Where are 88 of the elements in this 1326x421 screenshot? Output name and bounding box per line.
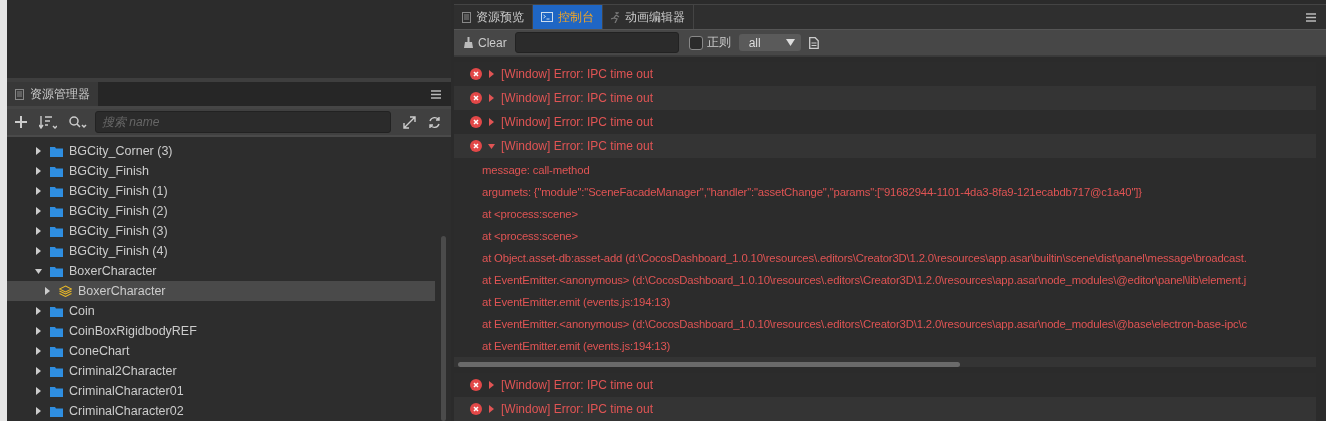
folder-icon xyxy=(50,245,63,257)
folder-icon xyxy=(50,165,63,177)
caret-icon[interactable] xyxy=(35,367,42,375)
document-icon xyxy=(15,88,24,100)
caret-icon[interactable] xyxy=(35,327,42,335)
layers-icon xyxy=(59,285,72,297)
tree-item[interactable]: Coin xyxy=(7,301,435,321)
folder-icon xyxy=(50,205,63,217)
tree-item[interactable]: CriminalCharacter02 xyxy=(7,401,435,421)
caret-icon[interactable] xyxy=(44,287,51,295)
caret-icon[interactable] xyxy=(35,347,42,355)
panel-tab[interactable]: 资源管理器 xyxy=(7,82,98,106)
terminal-icon xyxy=(541,12,553,22)
caret-icon[interactable] xyxy=(488,118,495,126)
tree-item[interactable]: BoxerCharacter xyxy=(7,281,435,301)
scrollbar[interactable] xyxy=(458,362,960,367)
caret-icon[interactable] xyxy=(35,207,42,215)
tree-item[interactable]: BGCity_Corner (3) xyxy=(7,141,435,161)
file-icon[interactable] xyxy=(808,36,819,49)
error-icon xyxy=(470,140,482,152)
folder-icon xyxy=(50,185,63,197)
menu-icon[interactable] xyxy=(1306,12,1316,22)
tree-item[interactable]: ConeChart xyxy=(7,341,435,361)
folder-icon xyxy=(50,265,63,277)
stack-line: at Object.asset-db:asset-add (d:\CocosDashboard_1.0.10\resources\.editors\Creator3D\1.2.0\resources\app.asar\builtin\scene\dist\panel\message\broadcast. xyxy=(482,251,1248,266)
tree-item[interactable]: BGCity_Finish (4) xyxy=(7,241,435,261)
tree-item[interactable]: BGCity_Finish (2) xyxy=(7,201,435,221)
stack-line: at EventEmitter.<anonymous> (d:\CocosDashboard_1.0.10\resources\.editors\Creator3D\1.2.0\resources\app.asar\node_modules\@base\electron-base-ipc\c xyxy=(482,317,1249,332)
caret-icon[interactable] xyxy=(35,187,42,195)
error-icon xyxy=(470,403,482,415)
caret-icon[interactable] xyxy=(35,147,42,155)
expand-icon[interactable] xyxy=(403,115,416,129)
tree-item[interactable]: BGCity_Finish xyxy=(7,161,435,181)
caret-icon[interactable] xyxy=(35,227,42,235)
caret-icon[interactable] xyxy=(35,267,42,275)
stack-line: at <process:scene> xyxy=(482,229,579,244)
tree-item[interactable]: Criminal2Character xyxy=(7,361,435,381)
folder-icon xyxy=(50,305,63,317)
stack-line: message: call-method xyxy=(482,163,591,178)
refresh-icon[interactable] xyxy=(428,115,441,129)
tree-item[interactable]: BGCity_Finish (1) xyxy=(7,181,435,201)
document-icon xyxy=(462,11,471,23)
folder-icon xyxy=(50,325,63,337)
error-icon xyxy=(470,68,482,80)
caret-icon[interactable] xyxy=(35,247,42,255)
tree-item[interactable]: CoinBoxRigidbodyREF xyxy=(7,321,435,341)
folder-icon xyxy=(50,145,63,157)
search-icon[interactable] xyxy=(69,115,87,129)
tree-item[interactable]: BGCity_Finish (3) xyxy=(7,221,435,241)
error-message: [Window] Error: IPC time out xyxy=(501,67,654,81)
stack-line: at EventEmitter.<anonymous> (d:\CocosDashboard_1.0.10\resources\.editors\Creator3D\1.2.0\resources\app.asar\node_modules\@editor\panel\lib\element.j xyxy=(482,273,1248,288)
caret-icon[interactable] xyxy=(35,387,42,395)
stack-line: at <process:scene> xyxy=(482,207,579,222)
menu-icon[interactable] xyxy=(431,89,441,99)
error-icon xyxy=(470,92,482,104)
running-figure-icon xyxy=(611,11,620,23)
error-message: [Window] Error: IPC time out xyxy=(501,402,654,416)
error-message: [Window] Error: IPC time out xyxy=(501,378,654,392)
stack-line: at EventEmitter.emit (events.js:194:13) xyxy=(482,295,672,310)
tree-item[interactable]: BoxerCharacter xyxy=(7,261,435,281)
error-message: [Window] Error: IPC time out xyxy=(501,115,654,129)
tree-item[interactable]: CriminalCharacter01 xyxy=(7,381,435,401)
folder-icon xyxy=(50,225,63,237)
caret-icon xyxy=(785,39,795,46)
add-icon[interactable] xyxy=(15,116,27,128)
regex-checkbox[interactable]: 正则 xyxy=(688,34,731,51)
stack-line: argumets: {"module":"SceneFacadeManager","handler":"assetChange","params":["91682944-1101-4da3-8fa9-121ecabdb717@c1a40"]} xyxy=(482,185,1143,200)
scrollbar[interactable] xyxy=(441,236,446,421)
stack-line: at EventEmitter.emit (events.js:194:13) xyxy=(482,339,672,354)
broom-icon xyxy=(464,37,473,48)
folder-icon xyxy=(50,365,63,377)
error-icon xyxy=(470,116,482,128)
error-icon xyxy=(470,379,482,391)
folder-icon xyxy=(50,345,63,357)
caret-icon[interactable] xyxy=(35,167,42,175)
caret-icon[interactable] xyxy=(488,381,495,389)
folder-icon xyxy=(50,385,63,397)
caret-icon[interactable] xyxy=(488,70,495,78)
clear-button[interactable]: Clear xyxy=(464,35,507,50)
folder-icon xyxy=(50,405,63,417)
error-message: [Window] Error: IPC time out xyxy=(501,139,654,153)
filter-field[interactable] xyxy=(514,32,679,53)
error-message: [Window] Error: IPC time out xyxy=(501,91,654,105)
sort-icon[interactable] xyxy=(39,115,57,129)
caret-icon[interactable] xyxy=(35,307,42,315)
search-field[interactable]: 搜索 name xyxy=(95,111,391,133)
level-dropdown[interactable]: all xyxy=(738,34,801,51)
caret-icon[interactable] xyxy=(35,407,42,415)
